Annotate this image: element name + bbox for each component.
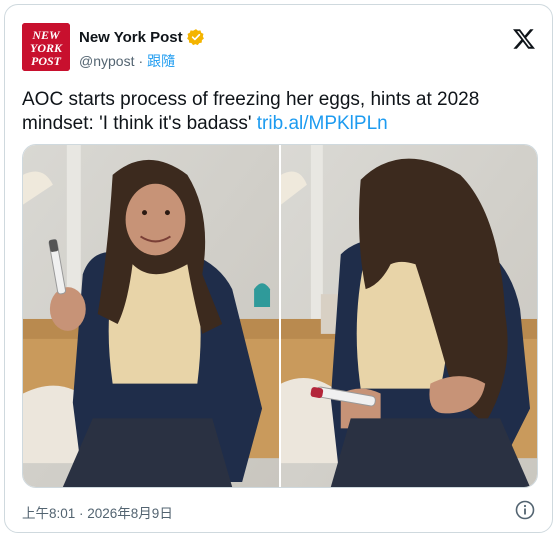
woman-injecting-photo-icon (281, 145, 537, 487)
nypost-avatar[interactable]: NEW YORK POST (22, 23, 70, 71)
nypost-logo-icon: NEW YORK POST (22, 23, 70, 71)
photo-right[interactable] (281, 145, 537, 487)
author-name-row: New York Post (79, 27, 205, 47)
tweet-link[interactable]: trib.al/MPKlPLn (257, 113, 388, 134)
x-logo-icon[interactable] (512, 27, 536, 51)
verified-badge-icon (186, 28, 205, 46)
media-grid (22, 144, 538, 488)
info-icon[interactable] (515, 500, 535, 520)
logo-line-2: YORK (30, 41, 63, 55)
tweet-card: NEW YORK POST New York Post @nypost · 跟隨… (4, 4, 553, 533)
logo-line-3: POST (31, 54, 62, 68)
tweet-timestamp[interactable]: 上午8:01 · 2026年8月9日 (22, 502, 173, 522)
author-display-name[interactable]: New York Post (79, 29, 183, 46)
woman-holding-pen-photo-icon (23, 145, 279, 487)
follow-button[interactable]: 跟隨 (147, 51, 175, 71)
tweet-text: AOC starts process of freezing her eggs,… (22, 88, 537, 136)
handle-separator: · (138, 53, 144, 69)
author-handle-row: @nypost · 跟隨 (79, 51, 175, 71)
photo-left[interactable] (23, 145, 279, 487)
tweet-body: AOC starts process of freezing her eggs,… (22, 89, 480, 134)
logo-line-1: NEW (31, 28, 61, 42)
author-handle[interactable]: @nypost (79, 53, 134, 69)
